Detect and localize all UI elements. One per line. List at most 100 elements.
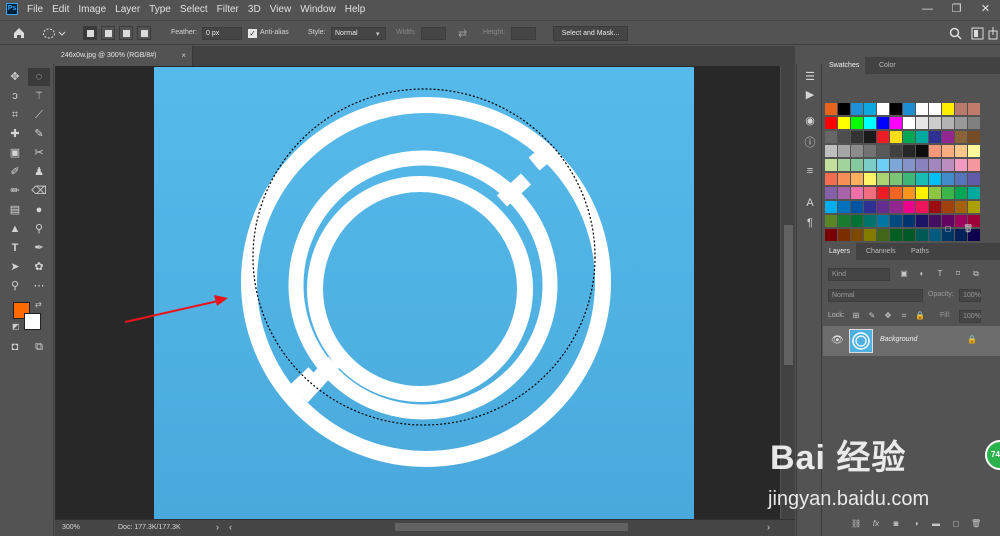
color-swatch[interactable] <box>890 215 902 227</box>
menu-help[interactable]: Help <box>345 4 366 15</box>
color-swatch[interactable] <box>903 159 915 171</box>
share-icon[interactable] <box>988 27 998 40</box>
color-swatch[interactable] <box>877 229 889 241</box>
brush-tool-icon[interactable]: ✎ <box>28 125 50 143</box>
color-swatch[interactable] <box>955 173 967 185</box>
fill-input[interactable]: 100% <box>959 310 981 323</box>
color-swatch[interactable] <box>942 145 954 157</box>
color-swatch[interactable] <box>968 117 980 129</box>
color-swatch[interactable] <box>903 201 915 213</box>
menu-type[interactable]: Type <box>149 4 171 15</box>
color-swatch[interactable] <box>903 229 915 241</box>
color-swatch[interactable] <box>890 187 902 199</box>
layer-name[interactable]: Background <box>880 336 917 343</box>
color-swatch[interactable] <box>942 187 954 199</box>
search-icon[interactable] <box>949 27 962 40</box>
eyedropper-tool-icon[interactable]: ⟋ <box>28 106 50 124</box>
width-input[interactable] <box>421 27 446 40</box>
menu-filter[interactable]: Filter <box>217 4 239 15</box>
adjustment-layer-icon[interactable]: ◑ <box>911 519 921 528</box>
color-swatch[interactable] <box>838 201 850 213</box>
color-swatch[interactable] <box>929 229 941 241</box>
opacity-input[interactable]: 100% <box>959 289 981 302</box>
color-swatch[interactable] <box>968 145 980 157</box>
move-tool-icon[interactable]: ✥ <box>4 68 26 86</box>
color-swatch[interactable] <box>890 159 902 171</box>
pen-tool-icon[interactable]: ✒ <box>28 239 50 257</box>
minimize-button[interactable]: — <box>913 0 942 18</box>
color-swatch[interactable] <box>929 187 941 199</box>
color-swatch[interactable] <box>838 215 850 227</box>
color-swatch[interactable] <box>864 145 876 157</box>
color-swatch[interactable] <box>864 229 876 241</box>
color-swatch[interactable] <box>903 145 915 157</box>
home-icon[interactable] <box>12 26 26 40</box>
dodge-tool-icon[interactable]: ▲ <box>4 220 26 238</box>
color-swatch[interactable] <box>968 131 980 143</box>
antialias-checkbox[interactable]: ✓ <box>248 29 257 38</box>
menu-3d[interactable]: 3D <box>248 4 261 15</box>
color-swatch[interactable] <box>890 201 902 213</box>
color-swatch[interactable] <box>851 187 863 199</box>
color-swatch[interactable] <box>825 173 837 185</box>
color-swatch[interactable] <box>864 187 876 199</box>
color-swatch[interactable] <box>851 103 863 115</box>
color-swatch[interactable] <box>968 159 980 171</box>
sponge-tool-icon[interactable]: ⚲ <box>28 220 50 238</box>
scroll-right-icon[interactable]: › <box>767 520 770 535</box>
zoom-level[interactable]: 300% <box>62 520 80 535</box>
color-swatch[interactable] <box>929 173 941 185</box>
feather-input[interactable]: 0 px <box>202 27 242 40</box>
color-swatch[interactable] <box>929 215 941 227</box>
link-layers-icon[interactable]: ⛓ <box>851 519 861 528</box>
filter-adjustment-icon[interactable]: ◐ <box>917 269 927 278</box>
menu-window[interactable]: Window <box>300 4 336 15</box>
lock-pixels-icon[interactable]: ✎ <box>867 311 877 320</box>
menu-edit[interactable]: Edit <box>52 4 69 15</box>
new-layer-icon[interactable]: ◻ <box>951 519 961 528</box>
color-swatch[interactable] <box>838 103 850 115</box>
lock-position-icon[interactable]: ✥ <box>883 311 893 320</box>
filter-pixel-icon[interactable]: ▣ <box>899 269 909 278</box>
actions-play-icon[interactable]: ▶ <box>803 88 817 102</box>
adjustments-icon[interactable]: ◉ <box>803 114 817 128</box>
color-swatch[interactable] <box>929 159 941 171</box>
intersect-selection-button[interactable] <box>137 26 151 40</box>
color-swatch[interactable] <box>903 173 915 185</box>
color-swatch[interactable] <box>825 131 837 143</box>
screen-mode-icon[interactable]: ⧉ <box>28 338 50 356</box>
color-swatch[interactable] <box>955 131 967 143</box>
color-swatch[interactable] <box>825 187 837 199</box>
scroll-left-icon[interactable]: ‹ <box>229 520 232 535</box>
menu-file[interactable]: File <box>27 4 43 15</box>
select-and-mask-button[interactable]: Select and Mask... <box>553 26 628 41</box>
color-swatch[interactable] <box>825 145 837 157</box>
color-swatch[interactable] <box>942 103 954 115</box>
color-swatch[interactable] <box>838 145 850 157</box>
color-swatch[interactable] <box>929 145 941 157</box>
color-swatch[interactable] <box>877 117 889 129</box>
tab-channels[interactable]: Channels <box>860 243 902 260</box>
color-swatch[interactable] <box>877 145 889 157</box>
color-swatch[interactable] <box>890 173 902 185</box>
document-tab[interactable]: 246x0w.jpg @ 300% (RGB/8#) × <box>55 46 193 66</box>
transform-tool-icon[interactable]: ✂ <box>28 144 50 162</box>
color-swatch[interactable] <box>916 145 928 157</box>
color-swatch[interactable] <box>916 201 928 213</box>
color-swatch[interactable] <box>903 117 915 129</box>
delete-layer-icon[interactable]: 🗑 <box>971 519 981 528</box>
color-swatch[interactable] <box>916 215 928 227</box>
color-swatch[interactable] <box>851 201 863 213</box>
tab-color[interactable]: Color <box>873 57 902 74</box>
menu-view[interactable]: View <box>270 4 292 15</box>
color-swatch[interactable] <box>877 173 889 185</box>
new-group-icon[interactable]: ▬ <box>931 519 941 528</box>
lasso-tool-icon[interactable]: ↄ <box>4 87 26 105</box>
horizontal-scroll-thumb[interactable] <box>395 523 628 531</box>
tab-layers[interactable]: Layers <box>823 243 857 260</box>
color-swatch[interactable] <box>864 215 876 227</box>
color-swatch[interactable] <box>903 131 915 143</box>
color-swatch[interactable] <box>955 187 967 199</box>
swap-dimensions-icon[interactable]: ⇄ <box>458 27 467 40</box>
color-swatch[interactable] <box>838 117 850 129</box>
